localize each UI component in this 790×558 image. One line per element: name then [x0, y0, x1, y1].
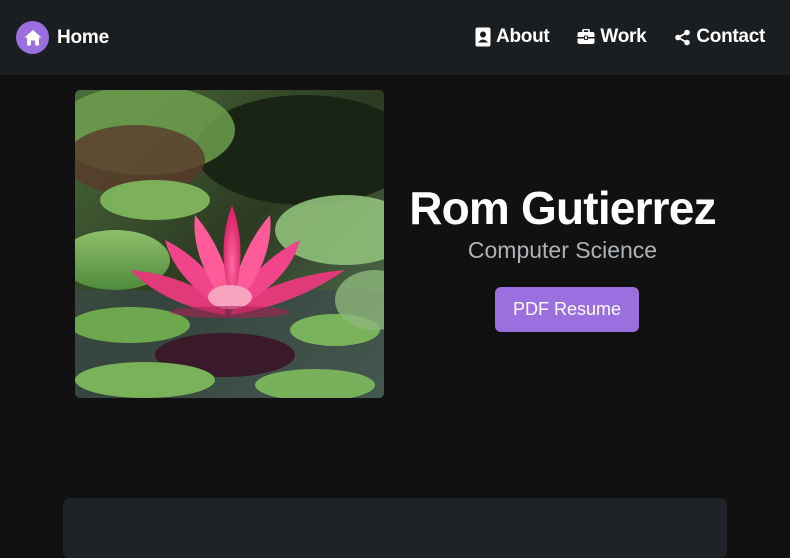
contact-card-icon — [475, 27, 491, 47]
nav-link-about[interactable]: About — [475, 26, 550, 48]
hero-heading: Rom Gutierrez Computer Science — [395, 180, 730, 264]
nav-link-work-label: Work — [600, 26, 647, 47]
home-icon — [16, 21, 49, 54]
content-card — [63, 498, 727, 558]
person-subtitle: Computer Science — [467, 237, 658, 263]
nav-link-contact[interactable]: Contact — [674, 26, 765, 48]
home-link[interactable]: Home — [16, 21, 109, 54]
navbar: Home About Work Contact — [0, 0, 790, 75]
share-icon — [674, 29, 691, 46]
nav-links: About Work Contact — [447, 26, 765, 48]
person-name: Rom Gutierrez — [409, 182, 716, 234]
profile-photo — [75, 90, 384, 398]
pdf-resume-button[interactable]: PDF Resume — [495, 287, 639, 332]
nav-link-about-label: About — [496, 26, 550, 47]
nav-link-contact-label: Contact — [696, 26, 765, 47]
home-link-label: Home — [57, 26, 109, 48]
briefcase-icon — [577, 29, 595, 45]
nav-link-work[interactable]: Work — [577, 26, 647, 48]
